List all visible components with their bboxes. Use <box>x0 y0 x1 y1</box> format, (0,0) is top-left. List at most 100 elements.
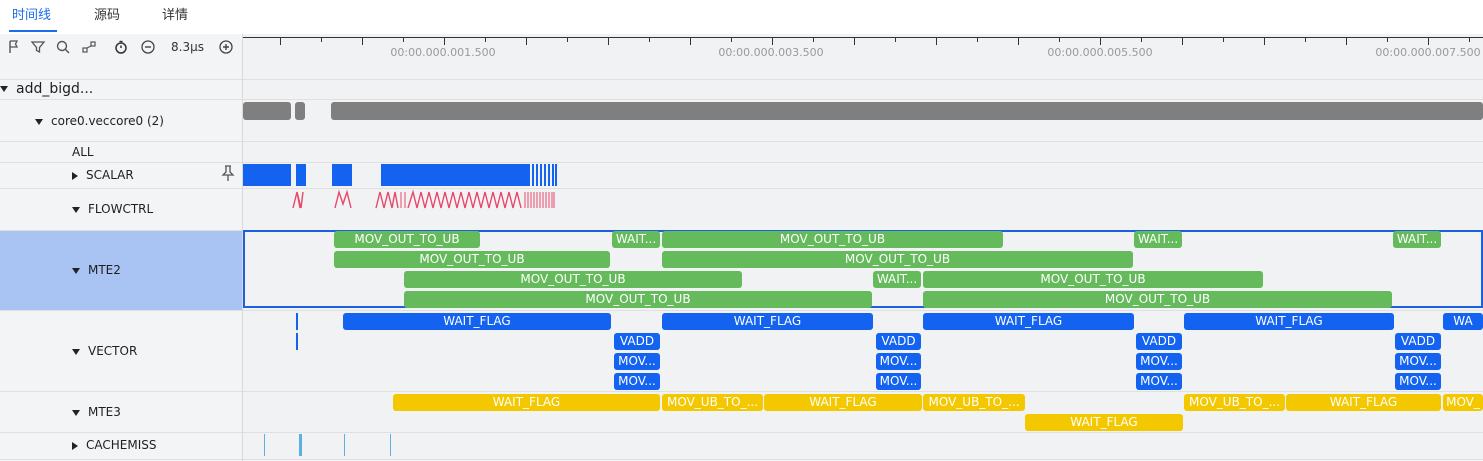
ruler-label: 00:00.000.001.500 <box>390 46 496 59</box>
ruler-tick <box>1428 37 1429 45</box>
scalar-dense-slices[interactable] <box>528 164 558 186</box>
mte2-slice[interactable]: MOV_OUT_TO_UB <box>334 231 480 248</box>
mte2-slice[interactable]: WAIT... <box>1393 231 1441 248</box>
mte3-slice[interactable]: MOV_UB_TO_... <box>662 394 763 411</box>
tree-core-item[interactable]: core0.veccore0 (2) <box>35 114 164 128</box>
vector-slice[interactable]: VADD <box>614 333 660 350</box>
core-activity-bar[interactable] <box>295 102 305 120</box>
core-activity-bar[interactable] <box>243 102 291 120</box>
zoom-in-icon[interactable] <box>218 39 234 55</box>
ruler-tick <box>1305 37 1306 42</box>
mte3-slice[interactable]: WAIT_FLAG <box>1286 394 1441 411</box>
track-mte3[interactable]: MTE3 <box>72 405 121 419</box>
track-mte2-label: MTE2 <box>88 263 121 277</box>
vector-slice[interactable]: WA <box>1443 313 1483 330</box>
cachemiss-marker[interactable] <box>264 434 265 456</box>
zoom-level: 8.3μs <box>171 40 204 54</box>
track-flowctrl[interactable]: FLOWCTRL <box>72 202 153 216</box>
scalar-slice[interactable] <box>243 164 291 186</box>
zoom-out-icon[interactable] <box>140 39 156 55</box>
timeline-tracks[interactable]: MOV_OUT_TO_UB WAIT... MOV_OUT_TO_UB WAIT… <box>243 62 1483 461</box>
track-scalar[interactable]: SCALAR <box>72 168 134 182</box>
track-vector-label: VECTOR <box>88 344 138 358</box>
track-all-label: ALL <box>72 145 94 159</box>
ruler-tick <box>321 37 322 42</box>
profiler-app: 时间线 源码 详情 8.3μs 00:00.000.001.500 00:00.… <box>0 0 1483 461</box>
scalar-slice[interactable] <box>381 164 528 186</box>
mte2-slice[interactable]: WAIT... <box>612 231 660 248</box>
vector-slice[interactable]: VADD <box>876 333 921 350</box>
mte2-slice[interactable]: MOV_OUT_TO_UB <box>334 251 610 268</box>
vector-slice[interactable]: WAIT_FLAG <box>923 313 1134 330</box>
mte2-slice[interactable]: MOV_OUT_TO_UB <box>923 271 1263 288</box>
track-mte2[interactable]: MTE2 <box>72 263 121 277</box>
vector-tick[interactable] <box>296 313 298 330</box>
mte2-slice[interactable]: WAIT... <box>873 271 921 288</box>
ruler-tick <box>854 37 855 45</box>
tree-root-item[interactable]: add_bigd... <box>0 81 93 97</box>
mte2-slice[interactable]: MOV_OUT_TO_UB <box>404 271 742 288</box>
mte3-slice[interactable]: WAIT_FLAG <box>764 394 922 411</box>
ruler-tick <box>526 37 527 45</box>
mte2-slice[interactable]: MOV_OUT_TO_UB <box>923 291 1392 308</box>
search-icon[interactable] <box>55 39 71 55</box>
mte3-slice[interactable]: MOV_ <box>1443 394 1483 411</box>
track-cachemiss-label: CACHEMISS <box>86 438 157 452</box>
vector-slice[interactable]: MOV... <box>614 373 660 390</box>
mte2-slice[interactable]: MOV_OUT_TO_UB <box>662 251 1133 268</box>
cachemiss-marker[interactable] <box>390 434 391 456</box>
vector-slice[interactable]: WAIT_FLAG <box>343 313 611 330</box>
vector-slice[interactable]: WAIT_FLAG <box>662 313 873 330</box>
ruler-tick <box>772 37 773 45</box>
track-all[interactable]: ALL <box>72 145 94 159</box>
flowctrl-markers[interactable] <box>243 189 563 209</box>
mte2-slice[interactable]: MOV_OUT_TO_UB <box>404 291 872 308</box>
track-cachemiss[interactable]: CACHEMISS <box>72 438 157 452</box>
ruler-tick <box>444 37 445 45</box>
vector-slice[interactable]: MOV... <box>1136 353 1182 370</box>
track-mte3-label: MTE3 <box>88 405 121 419</box>
flag-icon[interactable] <box>6 39 22 55</box>
expand-icon <box>72 171 78 180</box>
timeline-toolbar: 8.3μs <box>0 34 243 62</box>
pin-icon[interactable] <box>220 164 236 182</box>
time-ruler[interactable]: 00:00.000.001.500 00:00.000.003.500 00:0… <box>243 34 1483 63</box>
mte2-slice[interactable]: WAIT... <box>1134 231 1182 248</box>
ruler-tick <box>485 37 486 42</box>
ruler-axis-line <box>243 37 1483 38</box>
ruler-tick <box>1469 37 1470 42</box>
mte2-slice[interactable]: MOV_OUT_TO_UB <box>662 231 1003 248</box>
scalar-slice[interactable] <box>332 164 352 186</box>
vector-slice[interactable]: VADD <box>1136 333 1182 350</box>
tab-details[interactable]: 详情 <box>162 0 188 32</box>
vector-slice[interactable]: VADD <box>1395 333 1441 350</box>
vector-slice[interactable]: MOV... <box>1395 353 1441 370</box>
vector-slice[interactable]: MOV... <box>876 373 921 390</box>
tab-timeline[interactable]: 时间线 <box>12 0 51 32</box>
track-vector[interactable]: VECTOR <box>72 344 137 358</box>
mte3-slice[interactable]: WAIT_FLAG <box>1025 414 1183 431</box>
cachemiss-marker[interactable] <box>299 434 302 456</box>
filter-icon[interactable] <box>30 39 46 55</box>
vector-slice[interactable]: MOV... <box>1395 373 1441 390</box>
fit-icon[interactable] <box>81 39 97 55</box>
scalar-slice[interactable] <box>296 164 306 186</box>
vector-tick[interactable] <box>296 333 298 350</box>
ruler-label: 00:00.000.003.500 <box>718 46 824 59</box>
timer-icon[interactable] <box>113 39 129 55</box>
vector-slice[interactable]: MOV... <box>614 353 660 370</box>
ruler-tick <box>280 37 281 45</box>
collapse-icon <box>0 86 8 92</box>
cachemiss-marker[interactable] <box>344 434 345 456</box>
mte3-slice[interactable]: MOV_UB_TO_... <box>1184 394 1285 411</box>
mte3-slice[interactable]: WAIT_FLAG <box>393 394 660 411</box>
core-activity-bar[interactable] <box>331 102 1483 120</box>
mte3-slice[interactable]: MOV_UB_TO_... <box>923 394 1025 411</box>
ruler-tick <box>977 37 978 42</box>
vector-slice[interactable]: MOV... <box>876 353 921 370</box>
ruler-tick <box>1387 37 1388 42</box>
ruler-label: 00:00.000.005.500 <box>1047 46 1153 59</box>
vector-slice[interactable]: WAIT_FLAG <box>1184 313 1394 330</box>
tab-source[interactable]: 源码 <box>94 0 120 32</box>
vector-slice[interactable]: MOV... <box>1136 373 1182 390</box>
